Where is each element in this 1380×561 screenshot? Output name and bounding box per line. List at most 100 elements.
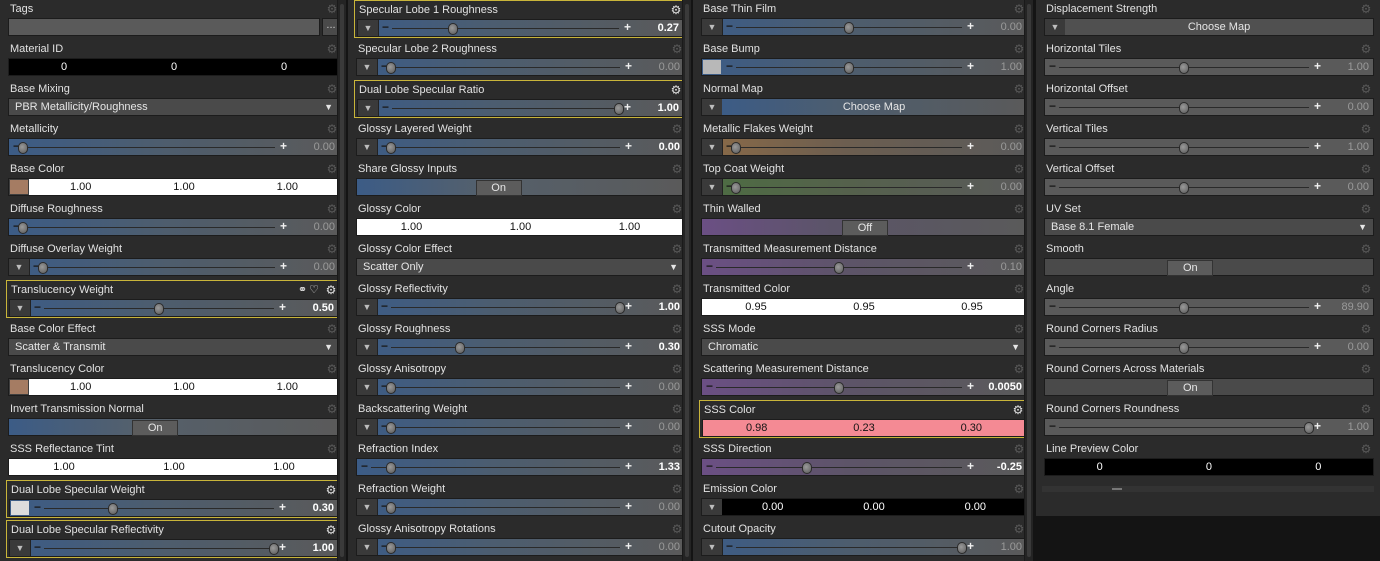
channel-value[interactable]: 1.00 xyxy=(236,179,339,195)
slider-value[interactable]: 0.00 xyxy=(640,59,680,75)
gear-icon[interactable]: ⚙ xyxy=(1360,3,1372,15)
invert-transmission-normal-toggle[interactable]: On xyxy=(8,418,340,436)
slider-value[interactable]: 1.00 xyxy=(639,100,679,116)
slider-value[interactable]: 0.00 xyxy=(640,379,680,395)
plus-icon[interactable]: + xyxy=(625,379,632,394)
gear-icon[interactable]: ⚙ xyxy=(1360,363,1372,375)
slider-knob[interactable] xyxy=(386,502,396,514)
minus-icon[interactable]: − xyxy=(1049,419,1056,434)
slider-value[interactable]: 0.30 xyxy=(294,500,334,516)
slider-knob[interactable] xyxy=(834,262,844,274)
glossy-color-effect-dropdown[interactable]: Scatter Only ▼ xyxy=(356,258,685,276)
slider-track[interactable] xyxy=(1059,427,1309,428)
plus-icon[interactable]: + xyxy=(1314,139,1321,154)
slider-value[interactable]: 1.00 xyxy=(982,59,1022,75)
plus-icon[interactable]: + xyxy=(625,59,632,74)
toggle-button[interactable]: On xyxy=(1167,260,1214,276)
value-triplet[interactable]: 0.98 0.23 0.30 xyxy=(703,420,1025,436)
map-menu-icon[interactable]: ▼ xyxy=(357,419,378,435)
plus-icon[interactable]: + xyxy=(1314,99,1321,114)
slider-track[interactable] xyxy=(391,147,620,148)
minus-icon[interactable]: − xyxy=(1049,179,1056,194)
slider-knob[interactable] xyxy=(1179,102,1189,114)
gear-icon[interactable]: ⚙ xyxy=(1012,404,1024,416)
sss-reflectance-tint-color-field[interactable]: 1.00 1.00 1.00 xyxy=(8,458,340,476)
minus-icon[interactable]: − xyxy=(1049,59,1056,74)
map-menu-icon[interactable]: ▼ xyxy=(357,499,378,515)
channel-value[interactable]: 0.00 xyxy=(823,499,924,515)
slider-value[interactable]: 0.00 xyxy=(982,179,1022,195)
minus-icon[interactable]: − xyxy=(34,540,41,555)
map-menu-icon[interactable]: ▼ xyxy=(9,259,30,275)
map-menu-icon[interactable]: ▼ xyxy=(357,299,378,315)
slider-track[interactable] xyxy=(44,548,274,549)
channel-value[interactable]: 1.00 xyxy=(575,219,684,235)
color-swatch[interactable] xyxy=(10,380,28,394)
map-menu-icon[interactable]: ▼ xyxy=(358,100,379,116)
plus-icon[interactable]: + xyxy=(967,179,974,194)
glossy-color-color-field[interactable]: 1.00 1.00 1.00 xyxy=(356,218,685,236)
choose-map-button[interactable]: Choose Map xyxy=(1065,19,1373,35)
dual-lobe-specular-weight-slider[interactable]: − +0.30 xyxy=(9,499,339,517)
sss-mode-dropdown[interactable]: Chromatic ▼ xyxy=(701,338,1027,356)
slider-value[interactable]: 0.0050 xyxy=(982,379,1022,395)
toggle-button[interactable]: On xyxy=(132,420,179,436)
minus-icon[interactable]: − xyxy=(726,59,733,74)
slider-value[interactable]: 0.00 xyxy=(640,499,680,515)
slider-track[interactable] xyxy=(716,467,962,468)
slider-value[interactable]: 1.00 xyxy=(1329,139,1369,155)
angle-slider[interactable]: − +89.90 xyxy=(1044,298,1374,316)
value-triplet[interactable]: 000 xyxy=(9,59,339,75)
channel-value[interactable]: 0.95 xyxy=(918,299,1026,315)
map-menu-icon[interactable]: ▼ xyxy=(357,59,378,75)
plus-icon[interactable]: + xyxy=(967,379,974,394)
plus-icon[interactable]: + xyxy=(625,139,632,154)
backscattering-weight-slider[interactable]: ▼ − +0.00 xyxy=(356,418,685,436)
plus-icon[interactable]: + xyxy=(279,300,286,315)
map-menu-icon[interactable]: ▼ xyxy=(702,99,723,115)
minus-icon[interactable]: − xyxy=(34,500,41,515)
slider-value[interactable]: 0.00 xyxy=(640,539,680,555)
channel-value[interactable]: 1.00 xyxy=(119,459,229,475)
diffuse-roughness-slider[interactable]: − +0.00 xyxy=(8,218,340,236)
slider-knob[interactable] xyxy=(802,462,813,474)
cutout-opacity-slider[interactable]: ▼ − +1.00 xyxy=(701,538,1027,556)
transmitted-color-color-field[interactable]: 0.95 0.95 0.95 xyxy=(701,298,1027,316)
plus-icon[interactable]: + xyxy=(625,339,632,354)
slider-knob[interactable] xyxy=(614,103,624,115)
map-thumbnail[interactable] xyxy=(703,60,721,74)
plus-icon[interactable]: + xyxy=(625,539,632,554)
plus-icon[interactable]: + xyxy=(624,20,631,35)
slider-knob[interactable] xyxy=(731,182,741,194)
map-menu-icon[interactable]: ▼ xyxy=(702,499,723,515)
slider-track[interactable] xyxy=(371,467,620,468)
refraction-weight-slider[interactable]: ▼ − +0.00 xyxy=(356,498,685,516)
refraction-index-slider[interactable]: − +1.33 xyxy=(356,458,685,476)
plus-icon[interactable]: + xyxy=(1314,299,1321,314)
plus-icon[interactable]: + xyxy=(625,499,632,514)
slider-track[interactable] xyxy=(736,187,962,188)
slider-value[interactable]: 0.00 xyxy=(1329,339,1369,355)
line-preview-color-color-field[interactable]: 000 xyxy=(1044,458,1374,476)
minus-icon[interactable]: − xyxy=(726,19,733,34)
slider-track[interactable] xyxy=(736,547,962,548)
value-triplet[interactable]: 1.00 1.00 1.00 xyxy=(29,379,339,395)
channel-value[interactable]: 1.00 xyxy=(29,179,132,195)
slider-knob[interactable] xyxy=(615,302,625,314)
slider-value[interactable]: 1.00 xyxy=(640,299,680,315)
slider-value[interactable]: 1.00 xyxy=(1329,419,1369,435)
plus-icon[interactable]: + xyxy=(967,459,974,474)
glossy-layered-weight-slider[interactable]: ▼ − +0.00 xyxy=(356,138,685,156)
slider-track[interactable] xyxy=(391,347,620,348)
channel-value[interactable]: 1.00 xyxy=(357,219,466,235)
vertical-scrollbar[interactable] xyxy=(1024,0,1033,561)
map-menu-icon[interactable]: ▼ xyxy=(357,539,378,555)
slider-track[interactable] xyxy=(392,28,619,29)
gear-icon[interactable]: ⚙ xyxy=(1360,83,1372,95)
channel-value[interactable]: 1.00 xyxy=(132,179,235,195)
base-color-color-field[interactable]: 1.00 1.00 1.00 xyxy=(8,178,340,196)
slider-track[interactable] xyxy=(43,267,275,268)
thin-walled-toggle[interactable]: Off xyxy=(701,218,1027,236)
displacement-strength-map-field[interactable]: ▼ Choose Map xyxy=(1044,18,1374,36)
glossy-roughness-slider[interactable]: ▼ − +0.30 xyxy=(356,338,685,356)
